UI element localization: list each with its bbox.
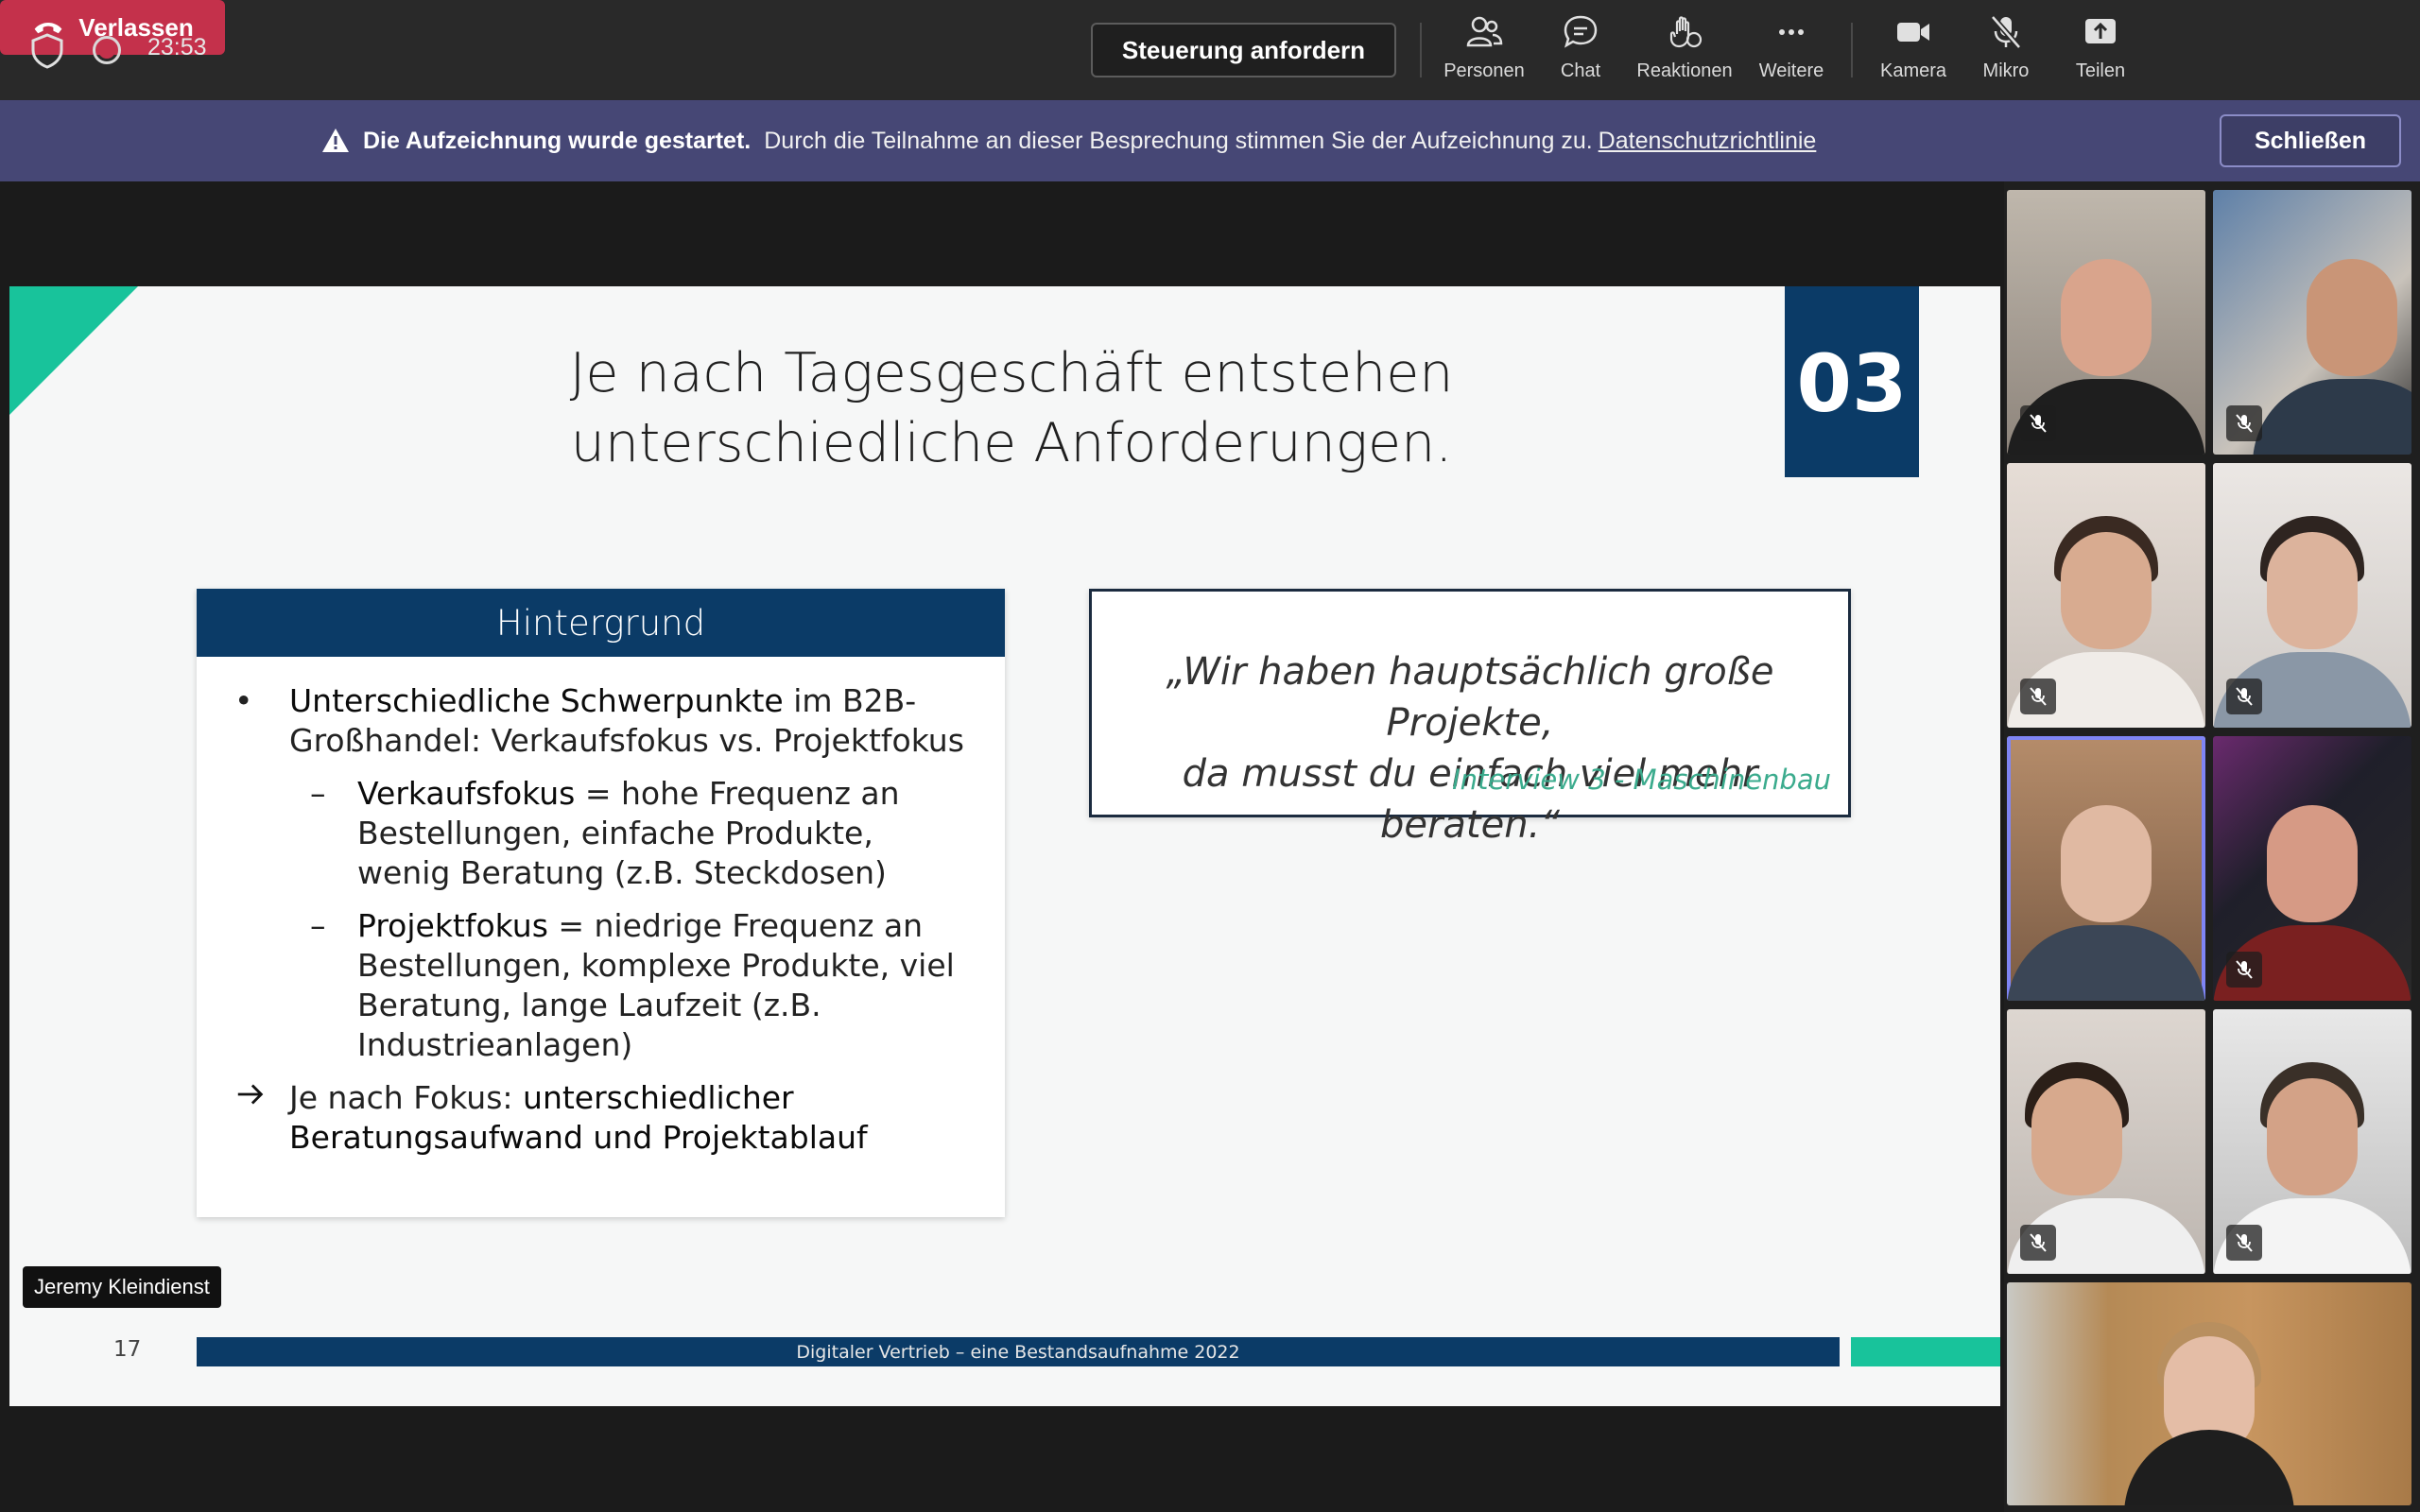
participant-avatar [2061,804,2152,922]
more-button[interactable]: Weitere [1751,13,1832,89]
people-button[interactable]: Personen [1441,13,1528,89]
reactions-button[interactable]: Reaktionen [1632,13,1737,89]
close-banner-button[interactable]: Schließen [2220,114,2401,167]
teams-meeting-window: 23:53 Steuerung anfordern Personen Chat … [0,0,2420,1512]
participant-body [2124,1430,2294,1505]
camera-icon [1897,23,1929,42]
chat-icon [1564,15,1598,48]
background-card: Hintergrund • Unterschiedliche Schwerpun… [197,589,1005,1217]
participant-body [2007,925,2205,1001]
share-icon [2085,19,2116,43]
sub-bullet-dash: – [310,775,326,812]
participant-avatar [2267,1077,2358,1195]
camera-button[interactable]: Kamera [1872,13,1955,89]
interview-quote-box: „Wir haben hauptsächlich große Projekte,… [1089,589,1851,847]
participant-video-tile[interactable] [2213,463,2411,728]
participant-video-tile[interactable] [2007,190,2205,455]
quote-source: Interview 3 - Maschinenbau [1452,764,1831,796]
conclusion-text: Je nach Fokus: [289,1079,524,1116]
bullet-item: • Unterschiedliche Schwerpunkte im B2B-G… [234,681,967,761]
bullet-dot: • [234,682,253,719]
recording-indicator-icon [93,36,121,64]
more-icon [1779,29,1804,35]
warning-icon [322,129,349,152]
conclusion-item: Je nach Fokus: unterschiedlicher Beratun… [234,1078,967,1158]
mic-muted-icon [2226,405,2262,441]
participant-body [2253,379,2411,455]
privacy-policy-link[interactable]: Datenschutzrichtlinie [1599,128,1817,155]
slide-title-line: unterschiedliche Anforderungen. [570,412,1453,474]
presenter-name-label: Jeremy Kleindienst [23,1266,221,1308]
slide-footer: Digitaler Vertrieb – eine Bestandsaufnah… [197,1337,1840,1366]
quote-line: „Wir haben hauptsächlich große Projekte, [1166,650,1774,745]
participant-avatar [2061,258,2152,376]
mic-label: Mikro [1982,60,2030,81]
meeting-toolbar: 23:53 Steuerung anfordern Personen Chat … [0,0,2420,100]
slide-title-line: Je nach Tagesgeschäft entstehen [569,342,1454,404]
meeting-timer: 23:53 [147,34,207,60]
section-number-badge: 03 [1785,286,1919,477]
mic-muted-icon [2226,679,2262,714]
chat-label: Chat [1560,60,1601,81]
participant-video-tile[interactable] [2213,1009,2411,1274]
presentation-slide: Je nach Tagesgeschäft entstehen untersch… [9,286,2000,1406]
sub-bullet-item: – Projektfokus = niedrige Frequenz an Be… [310,906,967,1065]
camera-label: Kamera [1879,60,1947,81]
sub-bullet-dash: – [310,907,326,944]
slide-title: Je nach Tagesgeschäft entstehen untersch… [293,338,1730,478]
participant-avatar [2061,531,2152,649]
slide-page-number: 17 [113,1337,142,1362]
toolbar-divider [1420,23,1422,77]
participant-avatar [2031,1077,2122,1195]
mic-muted-icon [2020,679,2056,714]
participant-avatar [2267,804,2358,922]
participant-video-tile[interactable] [2007,463,2205,728]
mic-muted-icon [2226,1225,2262,1261]
bullet-strong-text: Unterschiedliche Schwerpunkte [289,682,784,719]
share-label: Teilen [2075,60,2126,81]
arrow-right-icon [234,1078,289,1158]
reactions-label: Reaktionen [1636,60,1733,81]
more-label: Weitere [1758,60,1824,81]
request-control-button[interactable]: Steuerung anfordern [1091,23,1396,77]
participant-video-tile[interactable] [2007,1009,2205,1274]
participant-video-tile[interactable] [2213,190,2411,455]
sub-bullet-strong-text: Projektfokus [357,907,548,944]
recording-started-title: Die Aufzeichnung wurde gestartet. [363,127,752,154]
participant-video-tile[interactable] [2007,1282,2411,1505]
people-icon [1466,16,1503,47]
recording-banner-text: Die Aufzeichnung wurde gestartet. Durch … [321,100,1816,181]
shield-icon[interactable] [28,32,66,70]
background-card-body: • Unterschiedliche Schwerpunkte im B2B-G… [197,657,1005,1158]
share-button[interactable]: Teilen [2061,13,2140,89]
slide-corner-accent [9,286,138,415]
mic-muted-icon [2020,1225,2056,1261]
raise-hand-icon [1669,16,1703,48]
recording-banner: Die Aufzeichnung wurde gestartet. Durch … [0,100,2420,181]
quote-text: „Wir haben hauptsächlich große Projekte,… [1111,646,1829,850]
sub-bullet-strong-text: Verkaufsfokus [357,775,576,812]
mic-muted-icon [2226,952,2262,988]
toolbar-divider [1851,23,1853,77]
participant-video-tile[interactable] [2213,736,2411,1001]
recording-consent-message: Durch die Teilnahme an dieser Besprechun… [764,127,1593,154]
chat-button[interactable]: Chat [1543,13,1618,89]
mic-muted-icon [2020,405,2056,441]
participant-avatar [2307,258,2397,376]
slide-footer-accent [1851,1337,2000,1366]
participant-video-tile-active-speaker[interactable] [2007,736,2205,1001]
participant-avatar [2267,531,2358,649]
people-label: Personen [1443,60,1525,81]
sub-bullet-item: – Verkaufsfokus = hohe Frequenz an Beste… [310,774,967,893]
background-card-header: Hintergrund [197,589,1005,657]
mic-button[interactable]: Mikro [1972,13,2040,89]
mic-off-icon [1990,15,2022,49]
